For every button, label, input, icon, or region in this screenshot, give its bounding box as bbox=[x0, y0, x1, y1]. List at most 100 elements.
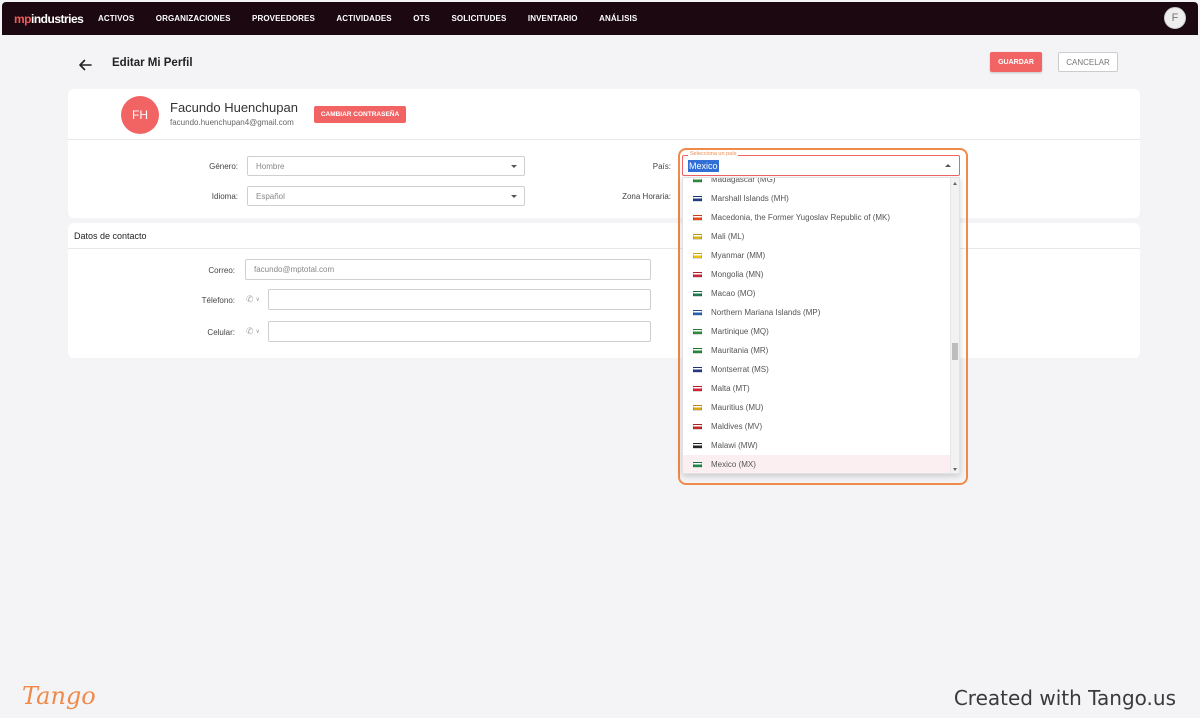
genero-value: Hombre bbox=[256, 161, 285, 171]
profile-email: facundo.huenchupan4@gmail.com bbox=[170, 118, 294, 127]
country-option-label: Myanmar (MM) bbox=[711, 251, 766, 260]
contact-card: Datos de contacto Correo: facundo@mptota… bbox=[68, 223, 1140, 358]
flag-icon bbox=[693, 404, 702, 411]
country-option-label: Northern Mariana Islands (MP) bbox=[711, 308, 821, 317]
country-option[interactable]: Northern Mariana Islands (MP) bbox=[683, 303, 951, 322]
country-option[interactable]: Myanmar (MM) bbox=[683, 246, 951, 265]
nav-analisis[interactable]: ANÁLISIS bbox=[599, 14, 637, 23]
flag-icon bbox=[693, 309, 702, 316]
telefono-input[interactable] bbox=[268, 289, 651, 310]
idioma-select[interactable]: Español bbox=[247, 186, 525, 206]
back-arrow-icon[interactable] bbox=[76, 56, 94, 74]
country-option-label: Maldives (MV) bbox=[711, 422, 763, 431]
country-option-label: Macao (MO) bbox=[711, 289, 756, 298]
flag-icon bbox=[693, 271, 702, 278]
nav-organizaciones[interactable]: ORGANIZACIONES bbox=[156, 14, 231, 23]
country-option[interactable]: Mauritania (MR) bbox=[683, 341, 951, 360]
country-option-label: Martinique (MQ) bbox=[711, 327, 769, 336]
country-option[interactable]: Martinique (MQ) bbox=[683, 322, 951, 341]
country-option-label: Mauritania (MR) bbox=[711, 346, 769, 355]
genero-select[interactable]: Hombre bbox=[247, 156, 525, 176]
country-option[interactable]: Mauritius (MU) bbox=[683, 398, 951, 417]
country-option[interactable]: Macedonia, the Former Yugoslav Republic … bbox=[683, 208, 951, 227]
chevron-down-icon: ∨ bbox=[255, 297, 260, 303]
correo-input[interactable]: facundo@mptotal.com bbox=[245, 259, 651, 280]
user-avatar[interactable]: F bbox=[1164, 7, 1186, 29]
flag-icon bbox=[693, 178, 702, 183]
profile-card: FH Facundo Huenchupan facundo.huenchupan… bbox=[68, 89, 1140, 218]
telefono-country-picker[interactable]: ✆ ∨ bbox=[246, 294, 260, 305]
profile-name: Facundo Huenchupan bbox=[170, 100, 298, 115]
chevron-down-icon bbox=[511, 165, 517, 168]
country-option-label: Mauritius (MU) bbox=[711, 403, 764, 412]
zona-horaria-label: Zona Horaria: bbox=[622, 192, 671, 201]
pais-label: País: bbox=[652, 162, 671, 171]
flag-icon bbox=[693, 195, 702, 202]
app-frame: mpindustries ACTIVOS ORGANIZACIONES PROV… bbox=[2, 2, 1198, 716]
chevron-down-icon: ∨ bbox=[255, 329, 260, 335]
flag-icon bbox=[693, 252, 702, 259]
country-dropdown-list[interactable]: Madagascar (MG) Marshall Islands (MH) Mace… bbox=[682, 177, 960, 474]
country-option-label: Marshall Islands (MH) bbox=[711, 194, 789, 203]
flag-icon bbox=[693, 423, 702, 430]
nav-ots[interactable]: OTS bbox=[413, 14, 430, 23]
flag-icon bbox=[693, 461, 702, 468]
dropdown-scrollbar[interactable] bbox=[950, 178, 959, 473]
phone-icon: ✆ bbox=[246, 326, 254, 336]
country-option[interactable]: Marshall Islands (MH) bbox=[683, 189, 951, 208]
correo-value: facundo@mptotal.com bbox=[254, 265, 335, 274]
phone-icon: ✆ bbox=[246, 294, 254, 304]
save-button[interactable]: GUARDAR bbox=[990, 52, 1042, 72]
country-option[interactable]: Mali (ML) bbox=[683, 227, 951, 246]
page-title: Editar Mi Perfil bbox=[112, 57, 193, 69]
tango-logo: Tango bbox=[22, 682, 96, 710]
logo-industries: industries bbox=[31, 12, 84, 26]
flag-icon bbox=[693, 366, 702, 373]
cancel-button[interactable]: CANCELAR bbox=[1058, 52, 1118, 72]
flag-icon bbox=[693, 328, 702, 335]
nav-activos[interactable]: ACTIVOS bbox=[98, 14, 134, 23]
country-option[interactable]: Mexico (MX) bbox=[683, 455, 951, 473]
scroll-down-icon[interactable] bbox=[953, 468, 957, 471]
pais-selected-text: Mexico bbox=[688, 160, 719, 172]
country-option-label: Montserrat (MS) bbox=[711, 365, 769, 374]
nav-proveedores[interactable]: PROVEEDORES bbox=[252, 14, 315, 23]
country-option[interactable]: Mongolia (MN) bbox=[683, 265, 951, 284]
nav-inventario[interactable]: INVENTARIO bbox=[528, 14, 578, 23]
idioma-value: Español bbox=[256, 191, 285, 201]
scrollbar-thumb[interactable] bbox=[952, 343, 958, 360]
flag-icon bbox=[693, 442, 702, 449]
celular-input[interactable] bbox=[268, 321, 651, 342]
country-option[interactable]: Montserrat (MS) bbox=[683, 360, 951, 379]
celular-country-picker[interactable]: ✆ ∨ bbox=[246, 326, 260, 337]
flag-icon bbox=[693, 214, 702, 221]
logo-mp: mp bbox=[14, 12, 32, 26]
nav-menu: ACTIVOS ORGANIZACIONES PROVEEDORES ACTIV… bbox=[98, 2, 659, 35]
country-option-label: Mexico (MX) bbox=[711, 460, 756, 469]
change-password-button[interactable]: CAMBIAR CONTRASEÑA bbox=[314, 106, 406, 123]
pais-select-input[interactable]: Mexico bbox=[682, 155, 960, 176]
country-option-label: Madagascar (MG) bbox=[711, 177, 776, 184]
country-option-label: Macedonia, the Former Yugoslav Republic … bbox=[711, 213, 891, 222]
chevron-up-icon[interactable] bbox=[945, 164, 951, 167]
country-option-label: Malawi (MW) bbox=[711, 441, 758, 450]
country-option[interactable]: Maldives (MV) bbox=[683, 417, 951, 436]
country-option[interactable]: Malta (MT) bbox=[683, 379, 951, 398]
country-option[interactable]: Malawi (MW) bbox=[683, 436, 951, 455]
brand-logo[interactable]: mpindustries bbox=[14, 12, 84, 26]
profile-avatar: FH bbox=[121, 96, 159, 134]
contact-divider bbox=[68, 248, 1140, 249]
scroll-up-icon[interactable] bbox=[953, 182, 957, 185]
top-navbar: mpindustries ACTIVOS ORGANIZACIONES PROV… bbox=[2, 2, 1198, 35]
country-option[interactable]: Macao (MO) bbox=[683, 284, 951, 303]
country-option[interactable]: Madagascar (MG) bbox=[683, 177, 951, 189]
pais-select-legend: Selecciona un país bbox=[688, 151, 739, 157]
telefono-label: Télefono: bbox=[201, 296, 235, 305]
flag-icon bbox=[693, 347, 702, 354]
contact-section-title: Datos de contacto bbox=[74, 231, 147, 241]
genero-label: Género: bbox=[209, 162, 238, 171]
nav-solicitudes[interactable]: SOLICITUDES bbox=[452, 14, 507, 23]
nav-actividades[interactable]: ACTIVIDADES bbox=[336, 14, 391, 23]
chevron-down-icon bbox=[511, 195, 517, 198]
correo-label: Correo: bbox=[208, 266, 235, 275]
